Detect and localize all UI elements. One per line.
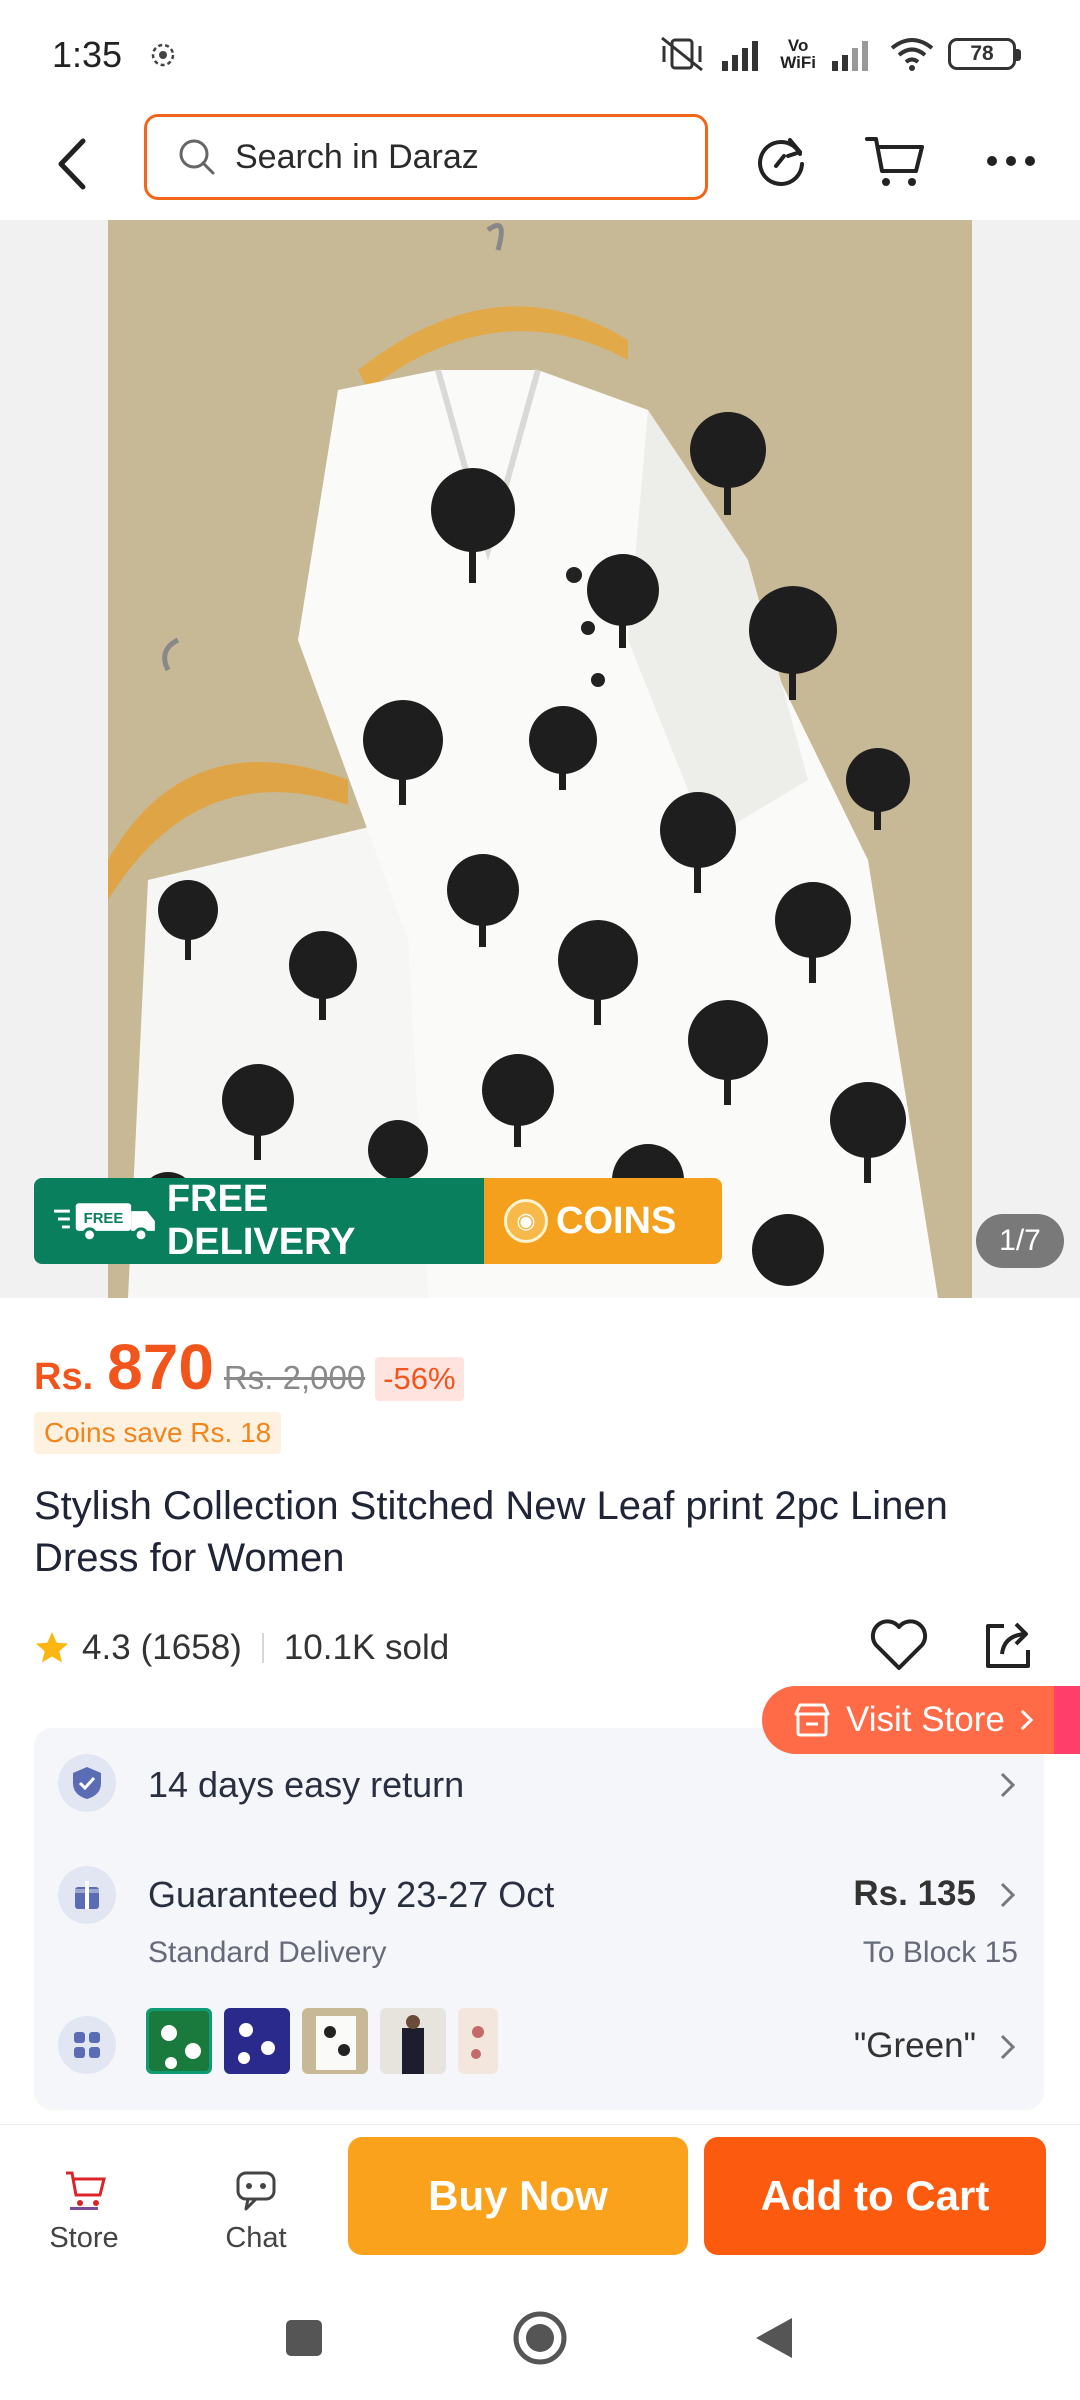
star-icon xyxy=(36,1632,68,1663)
product-info-card: 14 days easy return Guaranteed by 23-27 … xyxy=(34,1728,1044,2110)
variant-row[interactable]: "Green" xyxy=(34,1984,1044,2104)
variant-navy[interactable] xyxy=(224,2008,290,2074)
variant-black[interactable] xyxy=(380,2008,446,2074)
variant-peach[interactable] xyxy=(458,2008,498,2074)
refresh-icon xyxy=(758,138,804,186)
chevron-right-icon xyxy=(1000,1882,1016,1908)
square-icon xyxy=(286,2320,322,2356)
current-price: 870 xyxy=(107,1331,214,1403)
discount-badge: -56% xyxy=(375,1357,464,1401)
triangle-back-icon xyxy=(756,2318,792,2358)
bottom-action-bar: Store Chat Buy Now Add to Cart xyxy=(0,2124,1080,2278)
heart-icon xyxy=(870,1619,928,1670)
free-badge-text: FREE xyxy=(84,1211,124,1227)
visit-store-button[interactable]: Visit Store xyxy=(762,1686,1080,1754)
divider xyxy=(261,1633,264,1663)
free-delivery-label: FREE DELIVERY xyxy=(166,1178,356,1263)
price-row: Rs. 870 Rs. 2,000 -56% xyxy=(34,1330,464,1403)
search-icon xyxy=(179,139,215,175)
signal-2-icon xyxy=(832,41,868,71)
store-label: Store xyxy=(49,2222,119,2254)
chat-bot-icon xyxy=(231,2164,281,2214)
mute-vibrate-icon xyxy=(661,36,704,72)
cart-button[interactable] xyxy=(860,126,930,196)
share-icon xyxy=(986,1622,1030,1668)
wifi-icon xyxy=(890,38,934,71)
original-price: Rs. 2,000 xyxy=(223,1359,366,1396)
chevron-right-icon xyxy=(1000,2034,1016,2060)
sold-count: 10.1K sold xyxy=(283,1628,450,1667)
chat-label: Chat xyxy=(225,2222,287,2254)
status-icons: Vo WiFi 78 xyxy=(658,30,1021,78)
delivery-package-icon xyxy=(58,1866,116,1924)
promo-banner: FREE FREE DELIVERY ◉ COINS xyxy=(34,1178,722,1264)
status-time: 1:35 xyxy=(52,34,123,75)
chevron-right-icon xyxy=(1000,1772,1016,1798)
chat-tab[interactable]: Chat xyxy=(196,2145,316,2255)
cart-icon xyxy=(865,137,924,186)
vowifi-indicator: Vo WiFi xyxy=(780,37,816,71)
visit-store-label: Visit Store xyxy=(846,1700,1005,1739)
delivery-guarantee: Guaranteed by 23-27 Oct xyxy=(148,1874,555,1915)
review-count: (1658) xyxy=(140,1628,242,1667)
signal-icon xyxy=(722,41,759,71)
delivery-fee: Rs. 135 xyxy=(853,1874,976,1913)
add-to-cart-button[interactable]: Add to Cart xyxy=(704,2137,1046,2255)
system-back-button[interactable] xyxy=(744,2308,804,2368)
search-input[interactable]: Search in Daraz xyxy=(144,114,708,200)
product-photo xyxy=(108,220,972,1298)
search-placeholder: Search in Daraz xyxy=(235,137,479,176)
vowifi-top: Vo xyxy=(787,36,809,55)
status-bar: 1:35 Vo WiFi 78 xyxy=(0,0,1080,108)
share-button[interactable] xyxy=(976,1612,1042,1678)
app-notification-icon xyxy=(151,43,175,67)
variant-thumbnails xyxy=(146,2008,498,2074)
coins-save-tag: Coins save Rs. 18 xyxy=(34,1412,282,1454)
top-header: Search in Daraz xyxy=(0,108,1080,220)
returns-text: 14 days easy return xyxy=(148,1764,465,1805)
rating-value: 4.3 xyxy=(82,1628,131,1667)
free-delivery-badge: FREE FREE DELIVERY xyxy=(34,1178,484,1264)
delivery-row[interactable]: Guaranteed by 23-27 Oct Standard Deliver… xyxy=(34,1838,1044,1978)
coins-label: COINS xyxy=(556,1199,677,1242)
variants-grid-icon xyxy=(58,2016,116,2074)
system-nav-bar xyxy=(0,2278,1080,2400)
store-logo-icon xyxy=(59,2164,109,2214)
product-gallery[interactable]: FREE FREE DELIVERY ◉ COINS 1/7 xyxy=(0,220,1080,1298)
coin-icon: ◉ xyxy=(504,1199,548,1243)
refresh-button[interactable] xyxy=(746,126,816,196)
image-page-indicator: 1/7 xyxy=(976,1214,1064,1268)
battery-indicator: 78 xyxy=(948,38,1021,70)
back-button[interactable] xyxy=(42,126,102,202)
product-title: Stylish Collection Stitched New Leaf pri… xyxy=(34,1484,948,1580)
delivery-location: To Block 15 xyxy=(862,1936,1018,1969)
chevron-right-icon xyxy=(1020,1709,1033,1731)
chevron-left-icon xyxy=(58,138,86,190)
buy-now-button[interactable]: Buy Now xyxy=(348,2137,688,2255)
price-currency: Rs. xyxy=(34,1356,94,1398)
recent-apps-button[interactable] xyxy=(274,2308,334,2368)
rating-row[interactable]: 4.3 (1658) 10.1K sold xyxy=(34,1622,449,1674)
home-circle-icon xyxy=(513,2311,567,2365)
delivery-truck-icon: FREE xyxy=(54,1203,155,1243)
return-shield-icon xyxy=(58,1754,116,1812)
store-tab[interactable]: Store xyxy=(24,2145,144,2255)
wishlist-button[interactable] xyxy=(866,1612,932,1678)
battery-level: 78 xyxy=(970,42,994,65)
delivery-type: Standard Delivery xyxy=(148,1936,387,1969)
more-dots-icon xyxy=(987,156,1035,166)
product-image[interactable] xyxy=(108,220,972,1298)
vowifi-bottom: WiFi xyxy=(780,53,816,72)
coins-badge: ◉ COINS xyxy=(484,1178,722,1264)
more-options-button[interactable] xyxy=(976,126,1046,196)
store-icon xyxy=(794,1703,830,1737)
variant-green[interactable] xyxy=(146,2008,212,2074)
selected-variant: "Green" xyxy=(853,2026,976,2065)
variant-white[interactable] xyxy=(302,2008,368,2074)
home-button[interactable] xyxy=(510,2308,570,2368)
